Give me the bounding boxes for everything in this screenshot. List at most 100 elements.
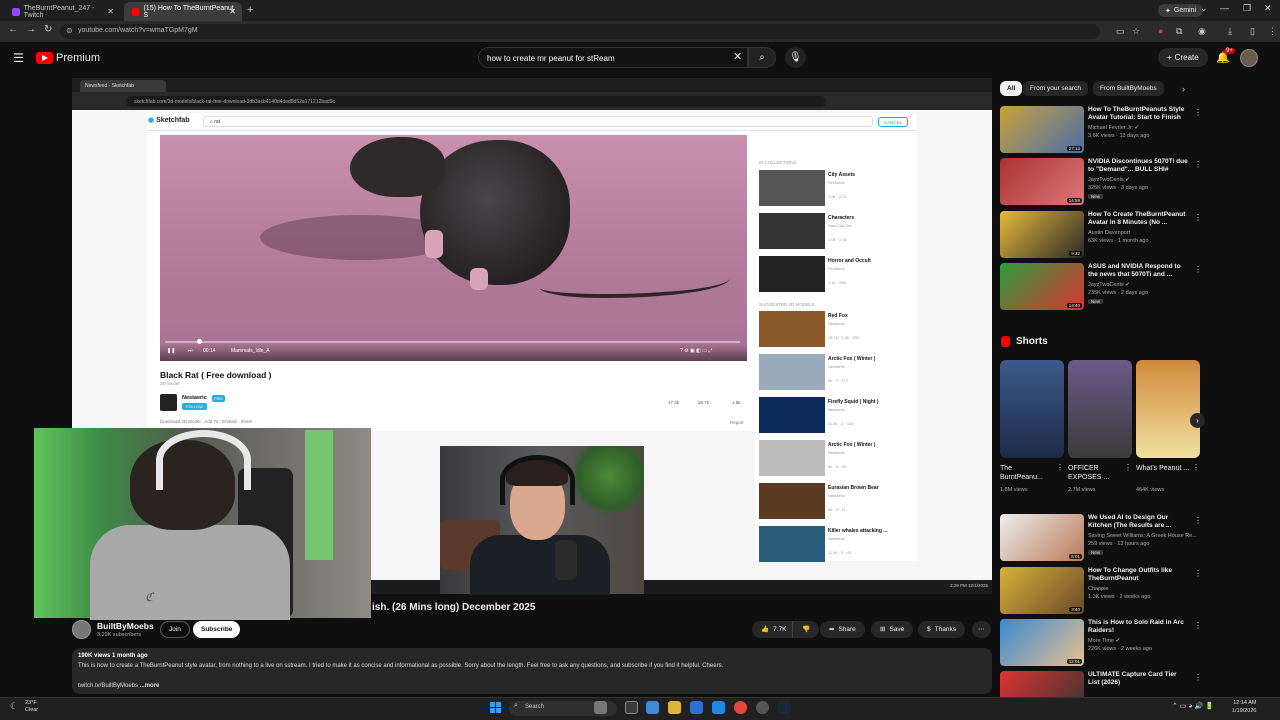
short-title[interactable]: The BurntPeanu...	[1000, 464, 1054, 482]
chip-from-search[interactable]: From your search	[1023, 81, 1088, 96]
extensions-icon[interactable]: ⧉	[1176, 26, 1182, 37]
widgets-icon[interactable]	[594, 701, 607, 714]
weather-widget[interactable]: 23°F Clear	[25, 700, 38, 714]
cast-icon[interactable]: ▭	[1116, 26, 1125, 37]
recommended-video[interactable]: 14:59 NVIDIA Discontinues 5070Ti due to "…	[1000, 158, 1202, 208]
downloads-icon[interactable]: ⤓	[1228, 26, 1232, 37]
subscribe-button[interactable]: Subscribe	[193, 621, 241, 638]
share-button[interactable]: ➦ Share	[820, 621, 865, 638]
more-actions-button[interactable]: ⋯	[972, 621, 991, 638]
video-thumbnail[interactable]: 14:59	[1000, 158, 1084, 205]
video-title[interactable]: NVIDIA Discontinues 5070Ti due to "Deman…	[1088, 158, 1188, 174]
more-icon[interactable]: ⋮	[1194, 569, 1202, 578]
more-icon[interactable]: ⋮	[1194, 213, 1202, 222]
short-thumbnail[interactable]	[1000, 360, 1064, 458]
recommended-video[interactable]: 12:01 This is How to Solo Raid in Arc Rai…	[1000, 619, 1202, 669]
join-button[interactable]: Join	[160, 621, 190, 638]
dislike-button[interactable]: 👎	[792, 621, 820, 638]
more-icon[interactable]: ⋮	[1056, 463, 1064, 472]
video-thumbnail[interactable]: 14:40	[1000, 263, 1084, 310]
video-thumbnail[interactable]: 3:40	[1000, 567, 1084, 614]
video-channel[interactable]: Saving Sweet Williams: A Greek House Re.…	[1088, 533, 1197, 539]
video-title[interactable]: ULTIMATE Capture Card Tier List (2026)	[1088, 671, 1188, 687]
tab-twitch[interactable]: TheBurntPeanut_247 - Twitch ✕	[4, 2, 120, 21]
video-channel[interactable]: Chappie	[1088, 586, 1109, 592]
video-thumbnail[interactable]: 9:32	[1000, 211, 1084, 258]
site-info-icon[interactable]: ⊜	[66, 26, 73, 35]
description-link[interactable]: twitch.tv/BuiltByMoebs ...more	[78, 683, 159, 689]
clear-search-icon[interactable]: ✕	[733, 50, 742, 63]
video-channel[interactable]: JayzTwoCents ✔	[1088, 177, 1130, 183]
short-title[interactable]: OFFICER EXPOSES ...	[1068, 464, 1122, 482]
recommended-video[interactable]: 6:01 We Used AI to Design Our Kitchen (Th…	[1000, 514, 1202, 564]
video-title[interactable]: We Used AI to Design Our Kitchen (The Re…	[1088, 514, 1188, 530]
more-icon[interactable]: ⋮	[1194, 516, 1202, 525]
video-thumbnail[interactable]: 12:01	[1000, 619, 1084, 666]
chip-from-channel[interactable]: From BuiltByMoebs	[1093, 81, 1164, 96]
menu-icon[interactable]: ⋮	[1268, 26, 1277, 37]
more-link[interactable]: ...more	[140, 683, 160, 689]
close-tab-icon[interactable]: ✕	[229, 7, 236, 16]
back-icon[interactable]: ←	[8, 24, 18, 35]
new-tab-button[interactable]: +	[247, 4, 253, 16]
channel-avatar[interactable]	[72, 620, 91, 639]
more-icon[interactable]: ⋮	[1194, 108, 1202, 117]
more-icon[interactable]: ⋮	[1192, 463, 1200, 472]
windows-start-icon[interactable]	[490, 702, 502, 714]
chrome-icon[interactable]	[734, 701, 747, 714]
extension-icon[interactable]: ●	[1158, 26, 1163, 36]
copilot-icon[interactable]	[646, 701, 659, 714]
recommended-video[interactable]: 3:40 How To Change Outfits like TheBurntP…	[1000, 567, 1202, 617]
more-icon[interactable]: ⋮	[1194, 160, 1202, 169]
recommended-video[interactable]: 27:13 How To TheBurntPeanuts Style Avatar…	[1000, 106, 1202, 156]
shorts-next-button[interactable]: ›	[1190, 413, 1205, 428]
youtube-logo-icon[interactable]	[36, 52, 53, 64]
settings-icon[interactable]	[756, 701, 769, 714]
store-icon[interactable]	[690, 701, 703, 714]
short-thumbnail[interactable]	[1136, 360, 1200, 458]
file-explorer-icon[interactable]	[668, 701, 681, 714]
chip-all[interactable]: All	[1000, 81, 1023, 96]
profile-icon[interactable]: ◉	[1198, 26, 1206, 37]
short-title[interactable]: What's Peanut ...	[1136, 464, 1190, 473]
voice-search-button[interactable]: 🎙	[785, 47, 806, 68]
reload-icon[interactable]: ↻	[44, 24, 52, 35]
search-button[interactable]: ⌕	[748, 47, 776, 68]
short-thumbnail[interactable]	[1068, 360, 1132, 458]
video-thumbnail[interactable]: 6:01	[1000, 514, 1084, 561]
tab-search-icon[interactable]: ⌄	[1200, 3, 1208, 14]
gemini-button[interactable]: ✦ Gemini	[1158, 4, 1204, 17]
hamburger-menu-icon[interactable]: ☰	[13, 51, 24, 65]
video-thumbnail[interactable]: 27:13	[1000, 106, 1084, 153]
minimize-button[interactable]: —	[1220, 3, 1229, 13]
recommended-video[interactable]: 9:32 How To Create TheBurntPeanut Avatar …	[1000, 211, 1202, 261]
video-channel[interactable]: JayzTwoCents ✔	[1088, 282, 1130, 288]
tab-youtube[interactable]: (15) How To TheBurntPeanut S ✕	[124, 2, 242, 21]
url-field[interactable]: youtube.com/watch?v=wmaTGpM7gM	[60, 24, 1100, 39]
close-window-button[interactable]: ✕	[1264, 3, 1272, 14]
account-avatar[interactable]	[1240, 49, 1258, 67]
bookmark-star-icon[interactable]: ☆	[1132, 26, 1140, 37]
video-channel[interactable]: Michael Fevrier Jr. ✔	[1088, 125, 1139, 131]
chevron-right-icon[interactable]: ›	[1182, 84, 1185, 94]
create-button[interactable]: + Create	[1158, 48, 1208, 67]
steam-icon[interactable]	[778, 701, 791, 714]
video-title[interactable]: How To TheBurntPeanuts Style Avatar Tuto…	[1088, 106, 1188, 122]
sidepanel-icon[interactable]: ▯	[1250, 26, 1255, 37]
video-channel[interactable]: Austin Davenport	[1088, 230, 1130, 236]
more-icon[interactable]: ⋮	[1194, 673, 1202, 682]
save-button[interactable]: ⊞ Save	[871, 621, 914, 638]
forward-icon[interactable]: →	[26, 24, 36, 35]
close-tab-icon[interactable]: ✕	[107, 7, 114, 16]
like-button[interactable]: 👍 7.7K	[752, 621, 795, 638]
video-channel[interactable]: More Time ✔	[1088, 638, 1120, 644]
task-view-icon[interactable]	[625, 701, 638, 714]
more-icon[interactable]: ⋮	[1124, 463, 1132, 472]
maximize-button[interactable]: ❐	[1243, 3, 1251, 14]
video-title[interactable]: How To Change Outfits like TheBurntPeanu…	[1088, 567, 1188, 583]
video-title[interactable]: This is How to Solo Raid in Arc Raiders!	[1088, 619, 1188, 635]
recommended-video[interactable]: 14:40 ASUS and NVIDIA Respond to the news…	[1000, 263, 1202, 313]
system-clock[interactable]: 12:14 AM 1/19/2026	[1232, 699, 1256, 715]
search-input[interactable]: how to create mr peanut for stReam	[478, 47, 748, 68]
thanks-button[interactable]: $ Thanks	[918, 621, 965, 638]
